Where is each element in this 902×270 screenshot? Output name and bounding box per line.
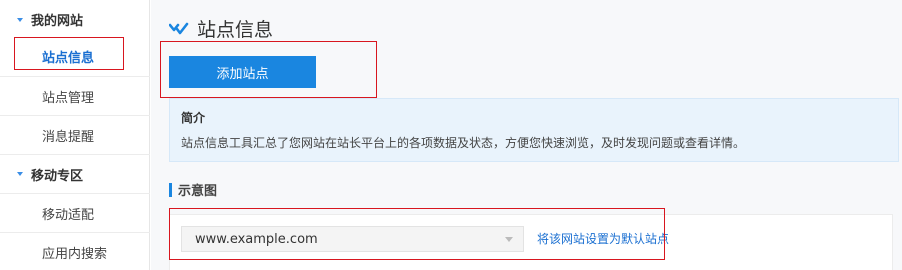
highlight-box-sidebar xyxy=(14,37,124,70)
sidebar-item-notifications[interactable]: 消息提醒 xyxy=(0,115,150,154)
sidebar-item-label: 移动适配 xyxy=(42,207,95,223)
sidebar-item-label: 站点管理 xyxy=(42,90,95,106)
sidebar-group-mobile[interactable]: 移动专区 xyxy=(0,154,150,193)
sidebar-group-my-sites[interactable]: 我的网站 xyxy=(0,0,150,39)
sidebar-item-in-app-search[interactable]: 应用内搜索 xyxy=(0,232,150,270)
sidebar-item-site-management[interactable]: 站点管理 xyxy=(0,76,150,115)
page-title: 站点信息 xyxy=(169,15,273,42)
chevron-check-icon xyxy=(169,22,189,34)
intro-box: 简介 站点信息工具汇总了您网站在站长平台上的各项数据及状态，方便您快速浏览，及时… xyxy=(169,98,899,162)
highlight-box-site-select xyxy=(169,208,665,260)
caret-down-icon xyxy=(17,172,23,176)
sidebar-item-label: 消息提醒 xyxy=(42,129,95,145)
highlight-box-add-button xyxy=(160,41,377,98)
sidebar-group-label: 我的网站 xyxy=(31,14,84,29)
page-title-text: 站点信息 xyxy=(197,19,274,41)
caret-down-icon xyxy=(17,17,23,22)
section-accent-bar xyxy=(169,182,172,197)
sidebar-item-label: 应用内搜索 xyxy=(42,246,108,262)
intro-description: 站点信息工具汇总了您网站在站长平台上的各项数据及状态，方便您快速浏览，及时发现问… xyxy=(181,136,746,150)
intro-title: 简介 xyxy=(181,111,206,125)
sidebar-item-mobile-adaptation[interactable]: 移动适配 xyxy=(0,193,150,232)
sidebar-group-label: 移动专区 xyxy=(31,168,84,184)
section-heading: 示意图 xyxy=(169,180,217,199)
section-heading-text: 示意图 xyxy=(178,184,218,199)
